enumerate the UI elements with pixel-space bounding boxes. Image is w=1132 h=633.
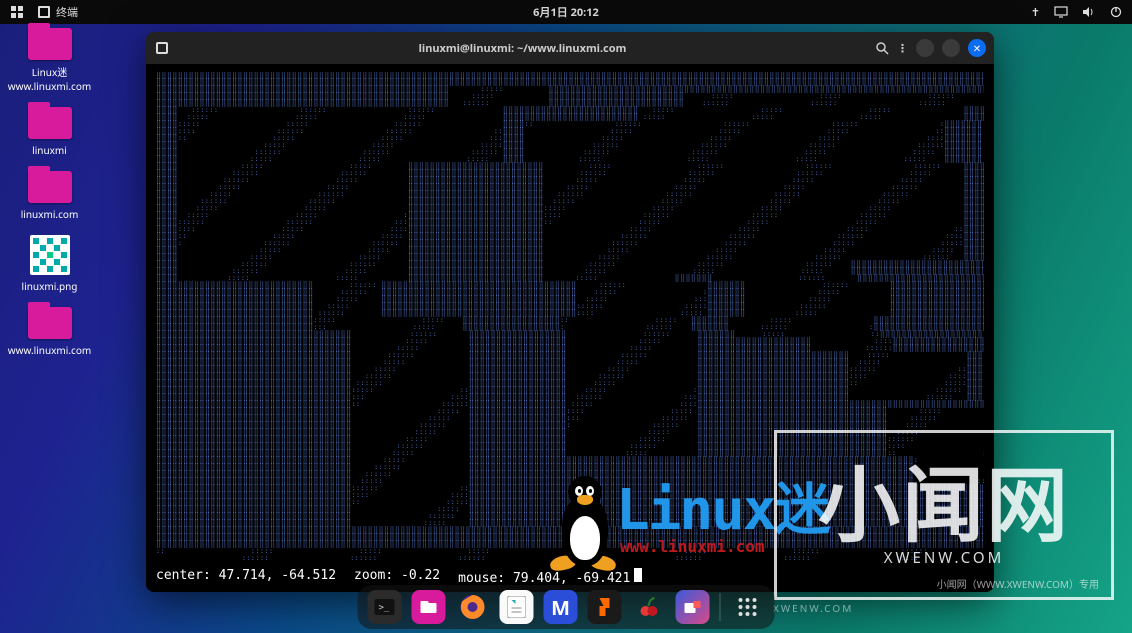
dock-metasploit[interactable]: M <box>544 590 578 624</box>
icon-label: www.linuxmi.com <box>8 343 91 357</box>
desktop-folder-www-linuxmi-com[interactable]: www.linuxmi.com <box>12 307 87 357</box>
cursor-icon <box>634 568 642 582</box>
dock-burp[interactable] <box>588 590 622 624</box>
volume-icon[interactable] <box>1082 6 1096 18</box>
terminal-body[interactable]: ⣿⣿⣿⣿⣿⣿⣿⣿⣿⣿⣿⣿⣿⣿⣿⣿⣿⣿⣿⣿⣿⣿⣿⣿⣿⣿⣿⣿⣿⣿⣿⣿⣿⣿⣿⣿⣿⣿⣿⣿… <box>146 64 994 592</box>
zoom-value: -0.22 <box>401 568 440 583</box>
zoom-label: zoom: <box>354 568 393 583</box>
dock-screenshot[interactable] <box>676 590 710 624</box>
dock-separator <box>720 593 721 621</box>
xw-side: XWENW.COM <box>773 601 853 615</box>
folder-icon <box>28 107 72 139</box>
terminal-window: linuxmi@linuxmi: ~/www.linuxmi.com ⋮ ✕ ⣿… <box>146 32 994 592</box>
menu-icon[interactable]: ⋮ <box>897 41 908 56</box>
new-tab-icon[interactable] <box>154 40 170 56</box>
center-value: 47.714, -64.512 <box>219 568 336 583</box>
app-menu[interactable]: 终端 <box>38 4 78 20</box>
screen-icon[interactable] <box>1054 6 1068 18</box>
dock-cherrytree[interactable] <box>632 590 666 624</box>
window-titlebar[interactable]: linuxmi@linuxmi: ~/www.linuxmi.com ⋮ ✕ <box>146 32 994 64</box>
dock-firefox[interactable] <box>456 590 490 624</box>
folder-icon <box>28 171 72 203</box>
icon-label: linuxmi.com <box>21 207 79 221</box>
icon-label: linuxmi <box>32 143 67 157</box>
icon-label: Linux迷 www.linuxmi.com <box>8 64 91 93</box>
folder-icon <box>28 307 72 339</box>
center-label: center: <box>156 568 211 583</box>
dock-files[interactable] <box>412 590 446 624</box>
activities-icon[interactable] <box>10 5 24 19</box>
panel-clock[interactable]: 6月1日 20:12 <box>533 4 599 20</box>
desktop-folder-linuxmi-com[interactable]: linuxmi.com <box>12 171 87 221</box>
qr-icon <box>30 235 70 275</box>
search-icon[interactable] <box>875 41 889 55</box>
accessibility-icon[interactable]: ✝ <box>1031 5 1040 20</box>
desktop-folder-linuxmi-www[interactable]: Linux迷 www.linuxmi.com <box>12 28 87 93</box>
dock-apps-grid[interactable] <box>731 590 765 624</box>
folder-icon <box>28 28 72 60</box>
close-button[interactable]: ✕ <box>968 39 986 57</box>
window-title: linuxmi@linuxmi: ~/www.linuxmi.com <box>178 41 867 56</box>
desktop-folder-linuxmi[interactable]: linuxmi <box>12 107 87 157</box>
dock-text-editor[interactable] <box>500 590 534 624</box>
icon-label: linuxmi.png <box>22 279 78 293</box>
maximize-button[interactable] <box>942 39 960 57</box>
top-panel: 终端 6月1日 20:12 ✝ <box>0 0 1132 24</box>
minimize-button[interactable] <box>916 39 934 57</box>
dock-terminal[interactable]: >_ <box>368 590 402 624</box>
svg-text:>_: >_ <box>379 603 390 613</box>
desktop-image-linuxmi-png[interactable]: linuxmi.png <box>12 235 87 293</box>
dock: >_ M <box>358 585 775 629</box>
mouse-value: 79.404, -69.421 <box>513 571 630 586</box>
mouse-label: mouse: <box>458 571 505 586</box>
desktop-icons: Linux迷 www.linuxmi.com linuxmi linuxmi.c… <box>12 28 87 357</box>
ascii-world-map: ⣿⣿⣿⣿⣿⣿⣿⣿⣿⣿⣿⣿⣿⣿⣿⣿⣿⣿⣿⣿⣿⣿⣿⣿⣿⣿⣿⣿⣿⣿⣿⣿⣿⣿⣿⣿⣿⣿⣿⣿… <box>156 72 984 564</box>
power-icon[interactable] <box>1110 6 1122 18</box>
status-line: center: 47.714, -64.512 zoom: -0.22 mous… <box>156 568 984 586</box>
app-menu-label: 终端 <box>56 4 78 20</box>
